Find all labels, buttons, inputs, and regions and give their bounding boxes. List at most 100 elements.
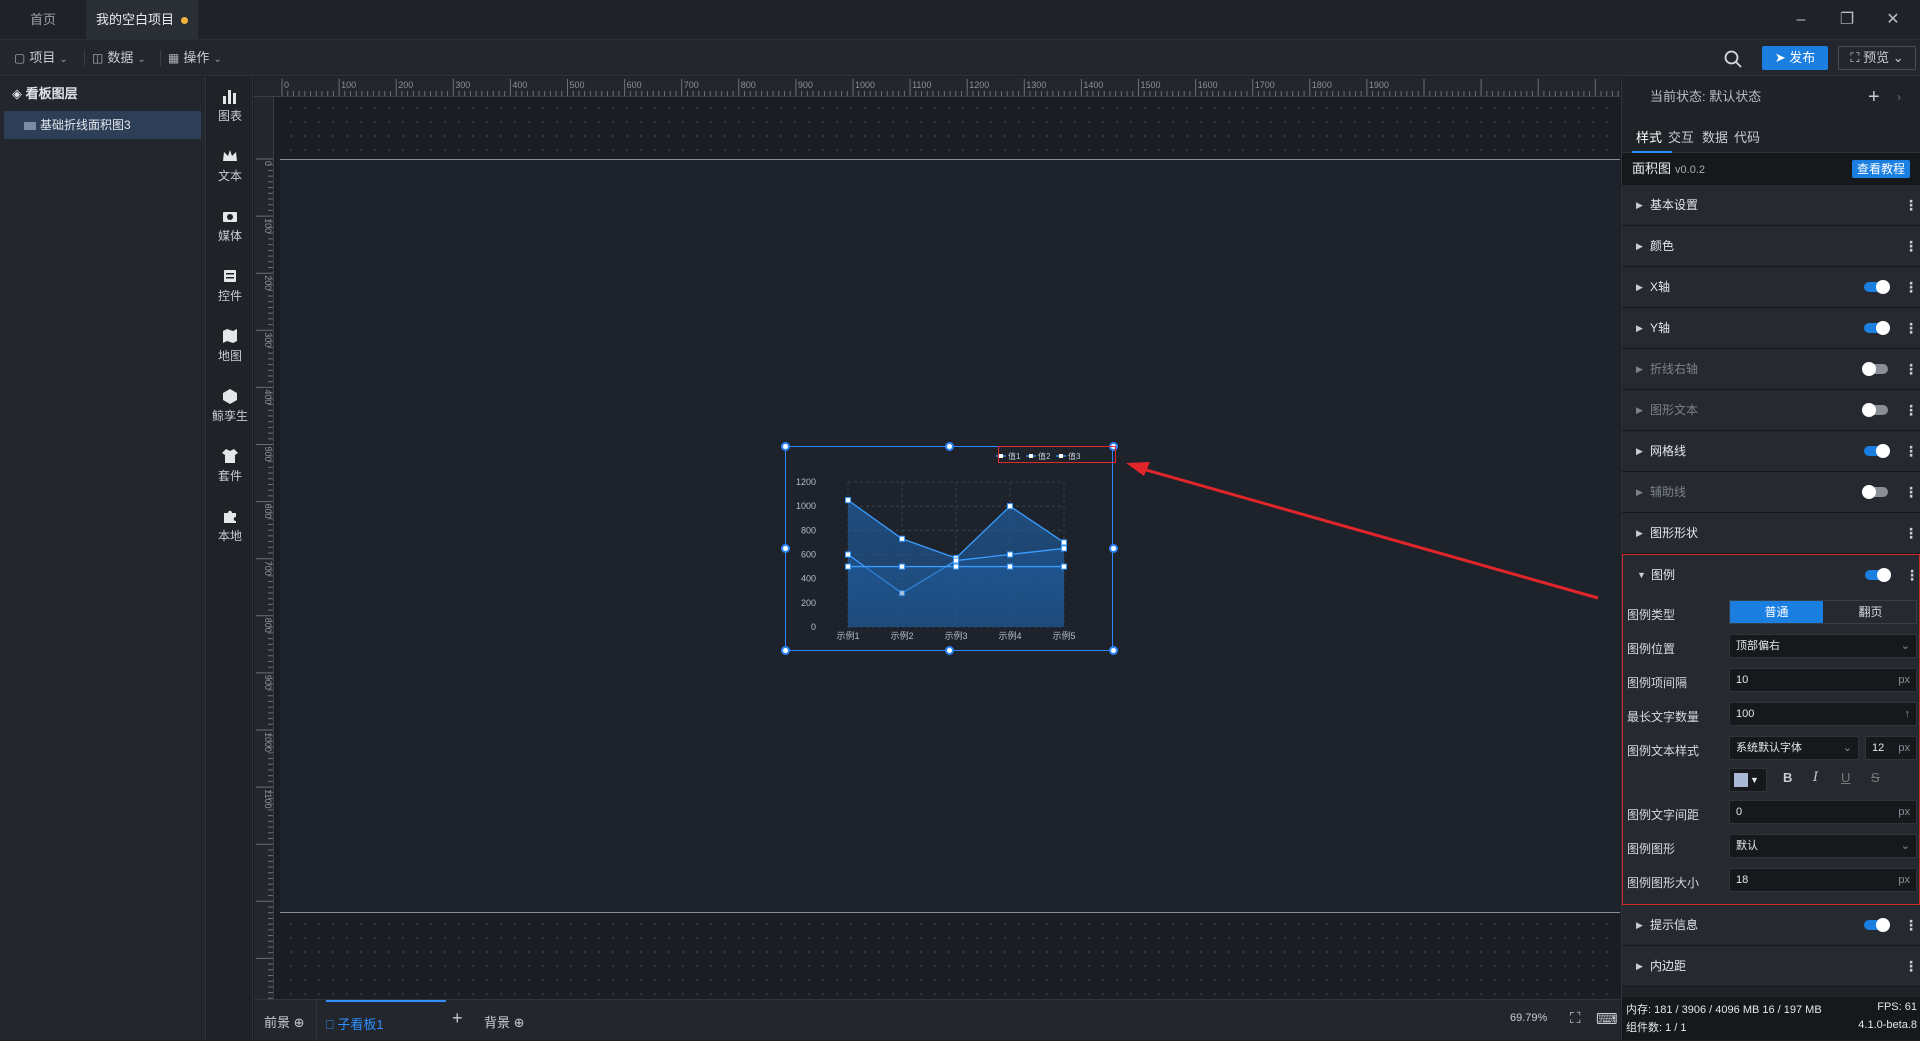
tab-project[interactable]: 我的空白项目 [86, 0, 198, 40]
legend-gap-input[interactable]: 10 px [1729, 668, 1917, 692]
section-shape-text[interactable]: ▶ 图形文本 ⋮ [1622, 390, 1920, 431]
section-color[interactable]: ▶ 颜色 ⋮ [1622, 226, 1920, 267]
legend-max-input[interactable]: 100 ↑ [1729, 702, 1917, 726]
stepper-up-icon[interactable]: ↑ [1905, 703, 1911, 725]
panel-tabs: 样式 交互 数据 代码 [1622, 117, 1920, 153]
legend-shape-size-input[interactable]: 18 px [1729, 868, 1917, 892]
tab-code[interactable]: 代码 [1734, 127, 1760, 146]
add-board-button[interactable]: + [452, 1008, 463, 1029]
resize-handle[interactable] [781, 544, 790, 553]
section-tooltip[interactable]: ▶ 提示信息 ⋮ [1622, 905, 1920, 946]
close-button[interactable]: ✕ [1870, 0, 1916, 40]
vertical-ruler[interactable]: 0 100 200 300 400 500 600 700 800 900 1000 1100 [254, 97, 274, 999]
legend-font-select[interactable]: 系统默认字体 ⌄ [1729, 736, 1859, 760]
section-auxline[interactable]: ▶ 辅助线 ⋮ [1622, 472, 1920, 513]
more-icon[interactable]: ⋮ [1904, 267, 1918, 307]
tool-twin[interactable]: 鲸孪生 [207, 387, 253, 424]
publish-button[interactable]: ➤ 发布 [1762, 46, 1828, 70]
legend-shape-select[interactable]: 默认 ⌄ [1729, 834, 1917, 858]
color-picker[interactable]: ▼ [1729, 768, 1767, 792]
cube-icon [223, 389, 237, 404]
toggle-switch[interactable] [1865, 568, 1891, 582]
field-label: 图例图形大小 [1627, 876, 1700, 890]
more-icon[interactable]: ⋮ [1904, 308, 1918, 348]
layer-bg-tab[interactable]: 背景 ⊕ [484, 1012, 525, 1031]
resize-handle[interactable] [945, 442, 954, 451]
tab-style[interactable]: 样式 [1636, 127, 1662, 146]
layer-front-tab[interactable]: 前景 ⊕ [264, 1012, 305, 1031]
legend-position-select[interactable]: 顶部偏右 ⌄ [1729, 634, 1917, 658]
toggle-switch[interactable] [1864, 918, 1890, 932]
menu-ops[interactable]: ▦ 操作 ⌄ [168, 48, 222, 68]
section-legend[interactable]: ▼ 图例 ⋮ [1623, 555, 1919, 596]
more-icon[interactable]: ⋮ [1904, 472, 1918, 512]
section-yaxis[interactable]: ▶ Y轴 ⋮ [1622, 308, 1920, 349]
bold-icon[interactable]: B [1783, 770, 1792, 785]
tab-data[interactable]: 数据 [1702, 127, 1728, 146]
state-value[interactable]: 默认状态 [1709, 89, 1761, 104]
preview-button[interactable]: ⛶ 预览 ⌄ [1838, 46, 1916, 70]
resize-handle[interactable] [781, 442, 790, 451]
chevron-right-icon[interactable]: › [1897, 77, 1901, 117]
section-label: 辅助线 [1650, 485, 1687, 499]
layer-item[interactable]: 基础折线面积图3 [4, 111, 201, 139]
board-tab[interactable]: ⎕ 子看板1 [326, 1000, 446, 1041]
resize-handle[interactable] [945, 646, 954, 655]
layers-header: ◈ 看板图层 [0, 77, 205, 111]
more-icon[interactable]: ⋮ [1904, 349, 1918, 389]
more-icon[interactable]: ⋮ [1904, 946, 1918, 986]
section-padding[interactable]: ▶ 内边距 ⋮ [1622, 946, 1920, 987]
fit-screen-icon[interactable]: ⛶ [1570, 1010, 1581, 1027]
area-chart-widget[interactable]: 0 200 400 600 800 1000 1200 示例1 示例2 示例3 示例4 示例5 值1 值2… [785, 446, 1113, 651]
tool-local[interactable]: 本地 [207, 507, 253, 544]
italic-icon[interactable]: I [1813, 770, 1818, 785]
more-icon[interactable]: ⋮ [1905, 555, 1919, 595]
section-right-axis[interactable]: ▶ 折线右轴 ⋮ [1622, 349, 1920, 390]
tab-home[interactable]: 首页 [0, 0, 86, 40]
search-icon[interactable] [1722, 48, 1744, 70]
legend-type-normal[interactable]: 普通 [1730, 601, 1823, 623]
toggle-switch[interactable] [1864, 444, 1890, 458]
toggle-switch[interactable] [1864, 280, 1890, 294]
more-icon[interactable]: ⋮ [1904, 226, 1918, 266]
menu-project[interactable]: ▢ 项目 ⌄ [14, 48, 68, 68]
horizontal-ruler[interactable]: 0 100 200 300 400 500 600 700 800 900 1000 1100 1200… [254, 77, 1620, 97]
tool-kit[interactable]: 套件 [207, 447, 253, 484]
tool-media[interactable]: 媒体 [207, 207, 253, 244]
tool-chart[interactable]: 图表 [207, 87, 253, 124]
resize-handle[interactable] [1109, 646, 1118, 655]
more-icon[interactable]: ⋮ [1904, 905, 1918, 945]
more-icon[interactable]: ⋮ [1904, 185, 1918, 225]
add-circle-icon[interactable]: ⊕ [294, 1015, 305, 1030]
strikethrough-icon[interactable]: S [1871, 770, 1880, 785]
menu-data[interactable]: ◫ 数据 ⌄ [92, 48, 146, 68]
restore-button[interactable]: ❐ [1824, 0, 1870, 40]
legend-type-paged[interactable]: 翻页 [1824, 601, 1917, 623]
toggle-switch[interactable] [1862, 403, 1888, 417]
legend-spacing-input[interactable]: 0 px [1729, 800, 1917, 824]
toggle-switch[interactable] [1864, 321, 1890, 335]
keyboard-icon[interactable]: ⌨ [1596, 1010, 1618, 1028]
tool-map[interactable]: 地图 [207, 327, 253, 364]
underline-icon[interactable]: U [1841, 770, 1850, 785]
toggle-switch[interactable] [1862, 362, 1888, 376]
tab-interaction[interactable]: 交互 [1668, 127, 1694, 146]
resize-handle[interactable] [1109, 544, 1118, 553]
more-icon[interactable]: ⋮ [1904, 431, 1918, 471]
section-basic[interactable]: ▶ 基本设置 ⋮ [1622, 185, 1920, 226]
more-icon[interactable]: ⋮ [1904, 390, 1918, 430]
tutorial-button[interactable]: 查看教程 [1851, 160, 1910, 178]
minimize-button[interactable]: – [1778, 0, 1824, 40]
tool-text[interactable]: 文本 [207, 147, 253, 184]
zoom-level[interactable]: 69.79% [1510, 1012, 1547, 1024]
section-xaxis[interactable]: ▶ X轴 ⋮ [1622, 267, 1920, 308]
tool-control[interactable]: 控件 [207, 267, 253, 304]
section-gridline[interactable]: ▶ 网格线 ⋮ [1622, 431, 1920, 472]
add-state-button[interactable]: + [1868, 77, 1880, 117]
legend-font-size-input[interactable]: 12 px [1865, 736, 1917, 760]
toggle-switch[interactable] [1862, 485, 1888, 499]
section-shape[interactable]: ▶ 图形形状 ⋮ [1622, 513, 1920, 554]
add-circle-icon[interactable]: ⊕ [514, 1015, 525, 1030]
resize-handle[interactable] [781, 646, 790, 655]
more-icon[interactable]: ⋮ [1904, 513, 1918, 553]
